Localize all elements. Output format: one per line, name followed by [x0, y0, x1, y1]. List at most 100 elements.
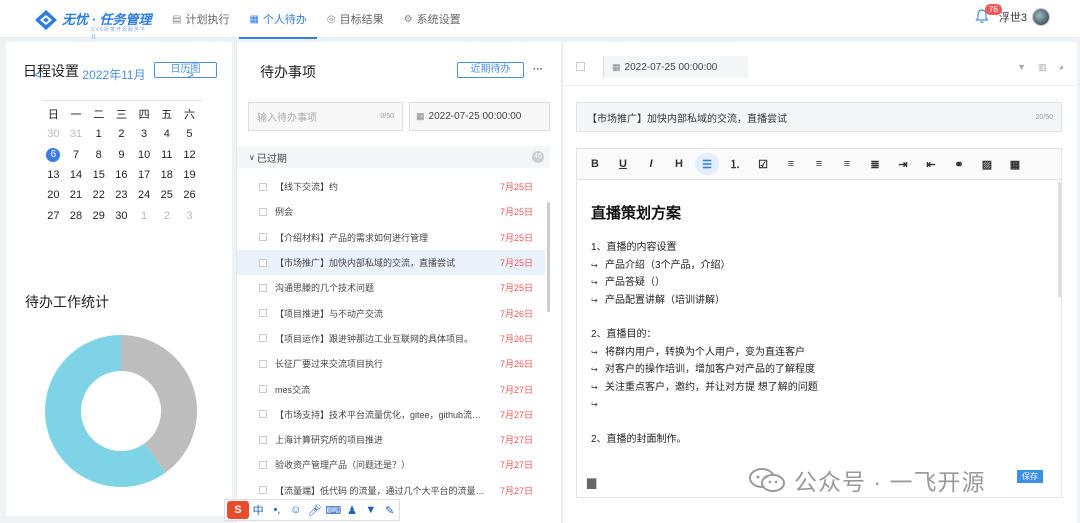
todo-item[interactable]: 【线下交流】约 7月25日 [237, 174, 545, 199]
editor-scrollbar[interactable] [1058, 182, 1061, 297]
calendar-day[interactable]: 21 [65, 189, 88, 201]
align-right-icon[interactable]: ≡ [835, 153, 859, 175]
todo-item[interactable]: 【项目运作】跟进钟那边工业互联网的具体项目。 7月26日 [237, 326, 545, 351]
link-icon[interactable]: ⚭ [947, 153, 971, 175]
complete-checkbox[interactable] [576, 62, 585, 71]
calendar-day[interactable]: 4 [155, 128, 178, 140]
calendar-day[interactable]: 11 [155, 149, 178, 161]
align-left-icon[interactable]: ≡ [779, 153, 803, 175]
list-check-icon[interactable]: ☑ [751, 153, 775, 175]
todo-checkbox[interactable] [259, 258, 267, 267]
save-button[interactable]: 保存 [1017, 470, 1043, 483]
calendar-day[interactable]: 30 [110, 210, 133, 222]
palette-icon[interactable]: ◕ [1059, 62, 1064, 73]
table-icon[interactable]: ▦ [1003, 153, 1027, 175]
calendar-day[interactable]: 2 [110, 128, 133, 140]
todo-checkbox[interactable] [259, 385, 267, 394]
todo-item[interactable]: 上海计算研究所的项目推进 7月27日 [237, 427, 545, 452]
expired-group[interactable]: ∨ 已过期 46 [237, 146, 550, 168]
pin-icon[interactable]: ▼ [1017, 62, 1026, 73]
todo-checkbox[interactable] [259, 283, 267, 292]
calendar-day[interactable]: 18 [155, 169, 178, 181]
todo-item[interactable]: 例会 7月25日 [237, 199, 545, 224]
todo-item[interactable]: 沟通思滕的几个技术问题 7月25日 [237, 275, 545, 300]
underline-button[interactable]: U [611, 153, 635, 175]
calendar-day[interactable]: 3 [133, 128, 156, 140]
nav-plan[interactable]: ▤ 计划执行 [162, 0, 239, 38]
ime-punct-icon[interactable]: •, [268, 504, 287, 516]
todo-item[interactable]: 【介绍材料】产品的需求如何进行管理 7月25日 [237, 225, 545, 250]
calendar-day[interactable]: 9 [110, 149, 133, 161]
calendar-day[interactable]: 16 [110, 169, 133, 181]
notification-bell[interactable]: 76 [975, 4, 1002, 25]
calendar-day[interactable]: 19 [178, 169, 201, 181]
user-name[interactable]: 浮世3 [999, 9, 1027, 25]
calendar-day[interactable]: 17 [133, 169, 156, 181]
editor-date-picker[interactable]: ▦ 2022-07-25 00:00:00 [603, 56, 748, 78]
indent-icon[interactable]: ⇥ [891, 153, 915, 175]
bold-button[interactable]: B [583, 153, 607, 175]
prev-month-icon[interactable]: < [34, 67, 42, 82]
calendar-day[interactable]: 13 [42, 169, 65, 181]
todo-checkbox[interactable] [259, 233, 267, 242]
calendar-day[interactable]: 5 [178, 128, 201, 140]
calendar-day[interactable]: 24 [133, 189, 156, 201]
calendar-day[interactable]: 2 [155, 210, 178, 222]
calendar-day[interactable]: 28 [65, 210, 88, 222]
user-icon[interactable]: ♟ [343, 504, 362, 517]
image-icon[interactable]: ▨ [975, 153, 999, 175]
comment-icon[interactable]: ▆ [587, 475, 596, 489]
shirt-icon[interactable]: ▼ [361, 504, 380, 516]
trash-icon[interactable]: ▥ [1038, 62, 1047, 73]
todo-checkbox[interactable] [259, 207, 267, 216]
todo-scrollbar[interactable] [547, 202, 550, 312]
todo-checkbox[interactable] [259, 182, 267, 191]
calendar-day[interactable]: 1 [87, 128, 110, 140]
todo-date-picker[interactable]: ▦ 2022-07-25 00:00:00 [409, 102, 550, 131]
todo-item[interactable]: 【市场支持】技术平台流量优化，gitee，github流量运作 7月27日 [237, 402, 545, 427]
list-number-icon[interactable]: ⒈ [723, 153, 747, 175]
todo-item[interactable]: 验收资产管理产品（问题还是？） 7月27日 [237, 452, 545, 477]
calendar-day[interactable]: 26 [178, 189, 201, 201]
calendar-day[interactable]: 12 [178, 149, 201, 161]
todo-checkbox[interactable] [259, 309, 267, 318]
keyboard-icon[interactable]: ⌨ [324, 504, 343, 517]
calendar-day[interactable]: 25 [155, 189, 178, 201]
nav-target[interactable]: ◎ 目标结果 [317, 0, 394, 38]
emoji-icon[interactable]: ☺ [286, 504, 305, 516]
todo-item[interactable]: 【项目推进】与不动产交流 7月26日 [237, 300, 545, 325]
todo-checkbox[interactable] [259, 359, 267, 368]
todo-item[interactable]: 【市场推广】加快内部私域的交流，直播尝试 7月25日 [237, 249, 545, 276]
todo-checkbox[interactable] [259, 410, 267, 419]
outdent-icon[interactable]: ⇤ [919, 153, 943, 175]
list-bullet-icon[interactable]: ☰ [695, 153, 719, 175]
recent-todo-button[interactable]: 近期待办 [457, 62, 524, 78]
nav-personal-todo[interactable]: ▦ 个人待办 [239, 0, 318, 39]
next-month-icon[interactable]: > [186, 67, 194, 82]
todo-item[interactable]: 长征厂要过来交流项目执行 7月26日 [237, 351, 545, 376]
todo-checkbox[interactable] [259, 334, 267, 343]
calendar-today[interactable]: 6 [42, 147, 65, 162]
align-justify-icon[interactable]: ≣ [863, 153, 887, 175]
calendar-day[interactable]: 14 [65, 169, 88, 181]
editor-title-field[interactable]: 【市场推广】加快内部私域的交流，直播尝试 20/50 [576, 102, 1062, 132]
nav-settings[interactable]: ⚙ 系统设置 [394, 0, 471, 38]
sogou-icon[interactable]: S [227, 501, 249, 519]
calendar-day[interactable]: 15 [87, 169, 110, 181]
align-center-icon[interactable]: ≡ [807, 153, 831, 175]
calendar-day[interactable]: 8 [87, 149, 110, 161]
calendar-day[interactable]: 23 [110, 189, 133, 201]
ime-chinese-icon[interactable]: 中 [249, 502, 268, 518]
brand-logo[interactable]: 无忧 · 任务管理 SVS研发开源服务平台 [33, 7, 152, 40]
italic-button[interactable]: I [639, 153, 663, 175]
calendar-day[interactable]: 1 [133, 210, 156, 222]
donut-segment[interactable] [120, 335, 197, 473]
todo-checkbox[interactable] [259, 460, 267, 469]
calendar-day[interactable]: 22 [87, 189, 110, 201]
more-icon[interactable]: ··· [533, 64, 543, 75]
editor-content[interactable]: 直播策划方案 1、直播的内容设置 产品介绍（3个产品，介绍） 产品答疑（） 产品… [576, 180, 1062, 466]
todo-item[interactable]: mes交流 7月27日 [237, 376, 545, 401]
calendar-day[interactable]: 3 [178, 210, 201, 222]
heading-button[interactable]: H [667, 153, 691, 175]
calendar-day[interactable]: 29 [87, 210, 110, 222]
